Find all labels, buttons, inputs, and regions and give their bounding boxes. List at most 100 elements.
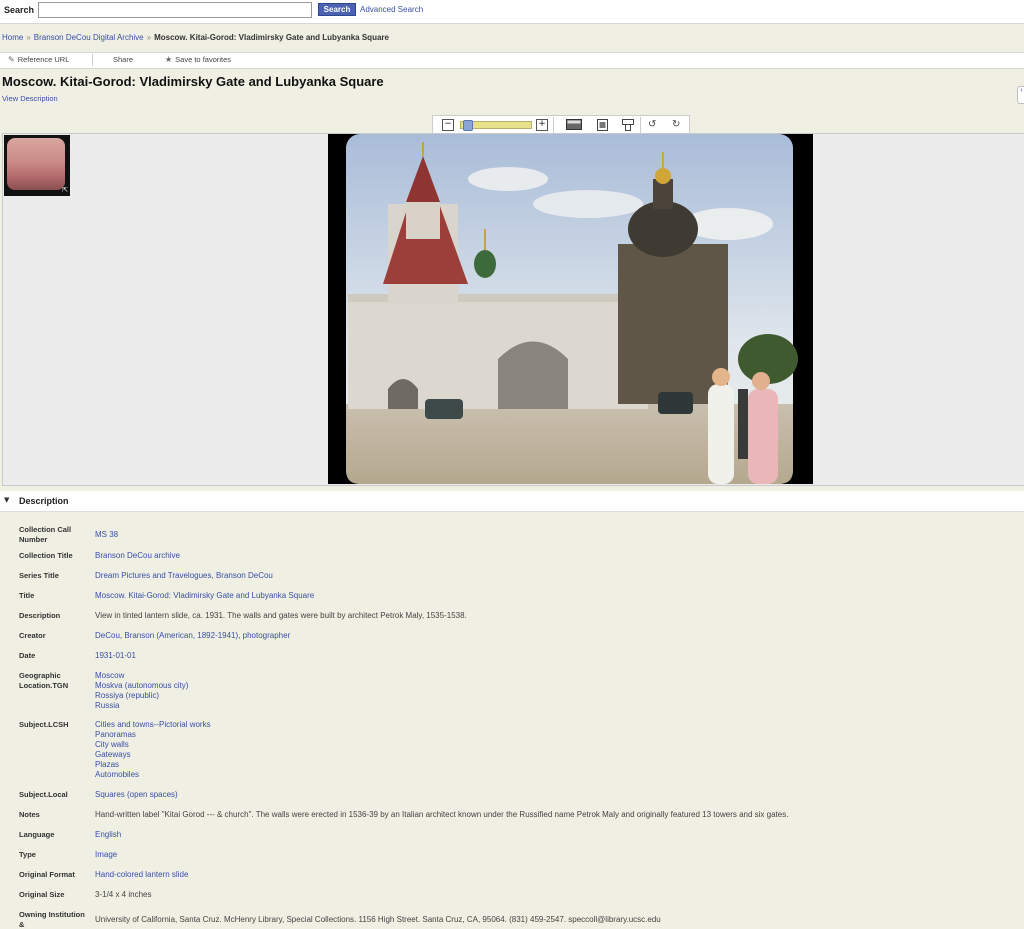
metadata-value-link[interactable]: Cities and towns--Pictorial works	[95, 720, 211, 730]
metadata-values: Image	[95, 850, 117, 860]
star-icon: ★	[165, 55, 173, 64]
breadcrumb-current: Moscow. Kitai-Gorod: Vladimirsky Gate an…	[154, 33, 389, 42]
metadata-label: Type	[19, 850, 36, 859]
metadata-value: Hand-written label "Kitai Gorod --- & ch…	[95, 810, 789, 819]
breadcrumb-home[interactable]: Home	[2, 33, 23, 42]
breadcrumb-collection[interactable]: Branson DeCou Digital Archive	[34, 33, 144, 42]
description-section-header[interactable]: ▼ Description	[0, 491, 1024, 512]
metadata-value-link[interactable]: DeCou, Branson (American, 1892-1941), ph…	[95, 631, 290, 641]
metadata-label: Description	[19, 611, 61, 620]
action-divider	[92, 54, 93, 66]
metadata-value-link[interactable]: Moskva (autonomous city)	[95, 681, 188, 691]
rotate-left-icon[interactable]: ↺	[648, 119, 656, 130]
metadata-label: Title	[19, 591, 35, 600]
metadata-value-link[interactable]: English	[95, 830, 121, 840]
metadata-values: Cities and towns--Pictorial works Panoram…	[95, 720, 211, 780]
zoom-out-button[interactable]: −	[442, 119, 454, 131]
viewer-toolbar: − + ↺ ↻	[432, 115, 690, 134]
toolbar-divider	[640, 117, 641, 133]
metadata-value-link[interactable]: Branson DeCou archive	[95, 551, 180, 561]
reference-url-button[interactable]: ✎ Reference URL	[8, 55, 69, 64]
metadata-values: 1931-01-01	[95, 651, 136, 661]
metadata-value: View in tinted lantern slide, ca. 1931. …	[95, 611, 467, 620]
metadata-label: Subject.Local	[19, 790, 68, 799]
metadata-values: Hand-colored lantern slide	[95, 870, 188, 880]
resize-icon: ⇱	[62, 186, 68, 194]
metadata-value-link[interactable]: Rossiya (republic)	[95, 691, 188, 701]
zoom-in-button[interactable]: +	[536, 119, 548, 131]
metadata-value-link[interactable]: Panoramas	[95, 730, 211, 740]
breadcrumb-separator: »	[146, 33, 152, 42]
metadata-value-link[interactable]: Image	[95, 850, 117, 860]
metadata-value-link[interactable]: Plazas	[95, 760, 211, 770]
thumbnail-image	[7, 138, 65, 190]
metadata-label: Geographic Location.TGN	[19, 671, 69, 690]
search-label: Search	[4, 5, 35, 15]
advanced-search-link[interactable]: Advanced Search	[360, 5, 423, 14]
metadata-values: MS 38	[95, 530, 118, 540]
side-panel-tab[interactable]: ‹	[1017, 86, 1024, 104]
metadata-values: Dream Pictures and Travelogues, Branson …	[95, 571, 273, 581]
metadata-label: Original Size	[19, 890, 65, 899]
search-button[interactable]: Search	[318, 3, 356, 16]
metadata-values: University of California, Santa Cruz. Mc…	[95, 915, 661, 925]
metadata-values: Moscow Moskva (autonomous city) Rossiya (r…	[95, 671, 188, 711]
metadata-value-link[interactable]: 1931-01-01	[95, 651, 136, 661]
metadata-label: Date	[19, 651, 36, 660]
metadata-label: Language	[19, 830, 55, 839]
expand-icon: ‹	[1020, 87, 1023, 94]
toolbar-divider	[553, 117, 554, 133]
metadata-value-link[interactable]: Gateways	[95, 750, 211, 760]
metadata-value: 3-1/4 x 4 inches	[95, 890, 152, 899]
breadcrumb-separator: »	[26, 33, 31, 42]
lantern-slide-image[interactable]	[328, 134, 813, 484]
breadcrumb: Home» Branson DeCou Digital Archive» Mosco…	[2, 33, 389, 42]
metadata-label: Collection Call Number	[19, 525, 72, 544]
save-favorites-label: Save to favorites	[175, 55, 232, 64]
metadata-value-link[interactable]: Automobiles	[95, 770, 211, 780]
metadata-values: View in tinted lantern slide, ca. 1931. …	[95, 611, 467, 621]
metadata-value-link[interactable]: Russia	[95, 701, 188, 711]
pencil-icon: ✎	[8, 55, 15, 64]
zoom-slider[interactable]	[460, 120, 532, 131]
metadata-values: Branson DeCou archive	[95, 551, 180, 561]
metadata-label: Collection Title	[19, 551, 73, 560]
metadata-value-link[interactable]: Squares (open spaces)	[95, 790, 178, 800]
metadata-value-link[interactable]: City walls	[95, 740, 211, 750]
metadata-label: Notes	[19, 810, 40, 819]
action-bar: ✎ Reference URL Share ★ Save to favorites	[0, 52, 1024, 69]
metadata-value-link[interactable]: Moscow. Kitai-Gorod: Vladimirsky Gate an…	[95, 591, 314, 601]
collapse-triangle-icon[interactable]: ▼	[4, 496, 9, 504]
save-favorites-button[interactable]: ★ Save to favorites	[165, 55, 231, 64]
metadata-label: Creator	[19, 631, 46, 640]
metadata-values: Hand-written label "Kitai Gorod --- & ch…	[95, 810, 788, 820]
metadata-values: Moscow. Kitai-Gorod: Vladimirsky Gate an…	[95, 591, 314, 601]
description-heading: Description	[19, 496, 69, 506]
zoom-slider-thumb[interactable]	[463, 120, 474, 131]
reference-url-label: Reference URL	[17, 55, 70, 64]
page-thumbnail[interactable]: ⇱	[4, 135, 70, 196]
metadata-label: Subject.LCSH	[19, 720, 69, 729]
metadata-label: Owning Institution &	[19, 910, 85, 929]
metadata-label: Original Format	[19, 870, 75, 879]
top-search-bar: Search Search Advanced Search	[0, 0, 1024, 24]
actual-size-icon[interactable]	[622, 119, 634, 131]
share-button[interactable]: Share	[113, 55, 133, 64]
metadata-values: English	[95, 830, 121, 840]
fit-page-icon[interactable]	[597, 119, 608, 131]
rotate-right-icon[interactable]: ↻	[672, 119, 680, 130]
share-label: Share	[113, 55, 134, 64]
metadata-value-link[interactable]: MS 38	[95, 530, 118, 540]
metadata-values: 3-1/4 x 4 inches	[95, 890, 151, 900]
metadata-value: University of California, Santa Cruz. Mc…	[95, 915, 661, 924]
metadata-label: Series Title	[19, 571, 59, 580]
metadata-values: Squares (open spaces)	[95, 790, 178, 800]
metadata-value-link[interactable]: Hand-colored lantern slide	[95, 870, 188, 880]
fit-width-icon[interactable]	[566, 119, 582, 130]
page-title: Moscow. Kitai-Gorod: Vladimirsky Gate an…	[2, 74, 384, 89]
image-viewer: ⇱	[2, 133, 1024, 486]
search-input[interactable]	[38, 2, 312, 18]
view-description-link[interactable]: View Description	[2, 94, 58, 103]
metadata-value-link[interactable]: Moscow	[95, 671, 188, 681]
metadata-value-link[interactable]: Dream Pictures and Travelogues, Branson …	[95, 571, 273, 581]
